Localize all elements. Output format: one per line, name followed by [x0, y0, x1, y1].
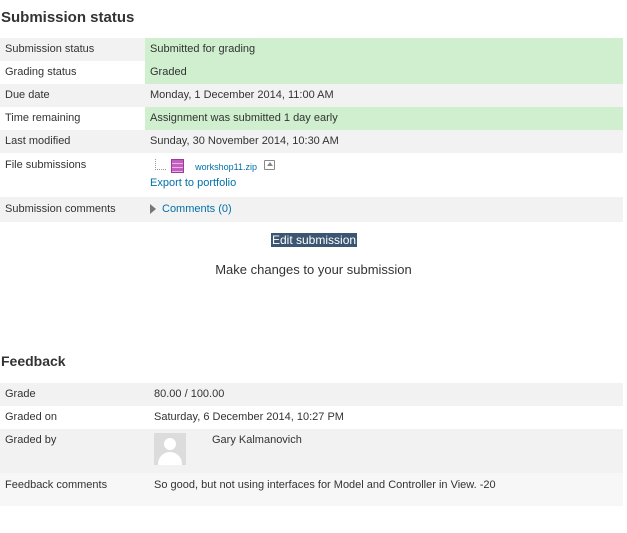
value-due-date: Monday, 1 December 2014, 11:00 AM [150, 89, 334, 101]
value-time-remaining: Assignment was submitted 1 day early [145, 107, 623, 130]
row-last-modified: Last modified Sunday, 30 November 2014, … [0, 130, 623, 153]
value-grade: 80.00 / 100.00 [154, 388, 225, 400]
feedback-heading: Feedback [1, 353, 66, 369]
comments-link[interactable]: Comments (0) [162, 203, 232, 215]
label-graded-by: Graded by [5, 434, 57, 446]
tree-connector [155, 159, 166, 170]
expand-triangle-icon[interactable] [150, 204, 156, 215]
label-file-submissions: File submissions [5, 159, 87, 171]
row-file-submissions: File submissions workshop11.zip Export t… [0, 153, 623, 197]
row-submission-status: Submission status Submitted for grading [0, 38, 623, 61]
edit-submission-button[interactable]: Edit submission [271, 233, 358, 247]
file-link-workshop11[interactable]: workshop11.zip [195, 162, 257, 172]
portfolio-export-icon[interactable] [264, 160, 276, 171]
row-grade: Grade 80.00 / 100.00 [0, 383, 623, 406]
zip-file-icon [171, 159, 185, 173]
value-graded-by: Gary Kalmanovich [149, 429, 623, 473]
label-feedback-comments: Feedback comments [5, 479, 108, 491]
row-submission-comments: Submission comments Comments (0) [0, 197, 623, 222]
label-grade: Grade [5, 388, 36, 400]
export-to-portfolio-link[interactable]: Export to portfolio [150, 177, 623, 190]
label-submission-status: Submission status [5, 43, 95, 55]
row-graded-on: Graded on Saturday, 6 December 2014, 10:… [0, 406, 623, 429]
value-last-modified: Sunday, 30 November 2014, 10:30 AM [150, 135, 339, 147]
grader-name[interactable]: Gary Kalmanovich [212, 434, 302, 447]
label-due-date: Due date [5, 89, 50, 101]
submission-status-table: Submission status Submitted for grading … [0, 38, 623, 222]
label-submission-comments: Submission comments [5, 203, 116, 215]
row-due-date: Due date Monday, 1 December 2014, 11:00 … [0, 84, 623, 107]
value-submission-status: Submitted for grading [145, 38, 623, 61]
feedback-table: Grade 80.00 / 100.00 Graded on Saturday,… [0, 383, 623, 506]
row-feedback-comments: Feedback comments So good, but not using… [0, 473, 623, 506]
row-grading-status: Grading status Graded [0, 61, 623, 84]
value-feedback-comments: So good, but not using interfaces for Mo… [154, 479, 496, 491]
label-time-remaining: Time remaining [5, 112, 81, 124]
value-grading-status: Graded [145, 61, 623, 84]
file-tree-item: workshop11.zip [150, 159, 623, 175]
value-file-submissions: workshop11.zip Export to portfolio [145, 153, 623, 197]
value-submission-comments: Comments (0) [145, 197, 623, 222]
submission-status-heading: Submission status [1, 9, 135, 26]
edit-submission-help-text: Make changes to your submission [215, 262, 412, 277]
label-last-modified: Last modified [5, 135, 71, 147]
row-graded-by: Graded by Gary Kalmanovich [0, 429, 623, 473]
label-graded-on: Graded on [5, 411, 57, 423]
user-avatar-icon[interactable] [154, 433, 186, 465]
label-grading-status: Grading status [5, 66, 77, 78]
value-graded-on: Saturday, 6 December 2014, 10:27 PM [154, 411, 344, 423]
row-time-remaining: Time remaining Assignment was submitted … [0, 107, 623, 130]
